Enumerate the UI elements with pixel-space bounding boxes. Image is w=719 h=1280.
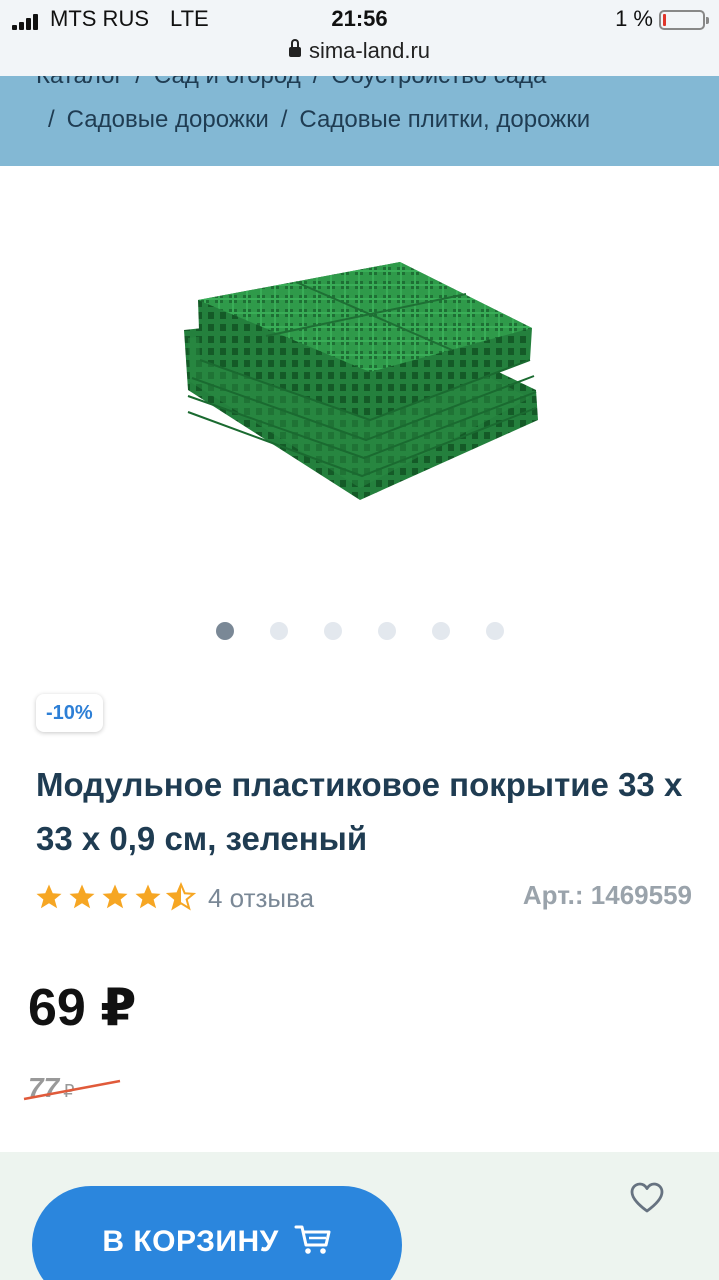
article-number: Арт.: 1469559 (522, 880, 692, 910)
breadcrumb-line-2: / Садовые дорожки / Садовые плитки, дорожки (48, 106, 590, 134)
battery-level (663, 14, 666, 26)
browser-status-bar: MTS RUS LTE 21:56 1 % sima-land.ru (0, 0, 719, 76)
tile-stack (184, 262, 538, 500)
star-icon (36, 884, 62, 909)
breadcrumb-catalog[interactable]: Каталог (36, 76, 123, 89)
gallery-dot[interactable] (216, 622, 234, 640)
star-icon (69, 884, 95, 909)
gallery-dot[interactable] (378, 622, 396, 640)
clock: 21:56 (331, 6, 388, 31)
add-to-cart-button[interactable]: В КОРЗИНУ (32, 1186, 402, 1280)
reviews-link[interactable]: 4 отзыва (208, 883, 314, 914)
gallery-dot[interactable] (324, 622, 342, 640)
gallery-dot[interactable] (486, 622, 504, 640)
add-to-cart-label: В КОРЗИНУ (102, 1225, 279, 1258)
status-row: MTS RUS LTE 21:56 1 % (0, 6, 719, 34)
gallery-pagination (0, 622, 719, 642)
add-to-cart-content: В КОРЗИНУ (32, 1224, 402, 1259)
breadcrumb: Каталог / Сад и огород / Обустройство сада /… (0, 76, 719, 166)
product-image[interactable] (170, 250, 550, 520)
breadcrumb-garden-setup[interactable]: Обустройство сада (331, 76, 546, 89)
product-title: Модульное пластиковое покрытие 33 х 33 х… (36, 766, 683, 857)
heart-icon[interactable] (630, 1182, 664, 1214)
breadcrumb-separator: / (48, 106, 55, 133)
gallery-dot[interactable] (432, 622, 450, 640)
breadcrumb-line-1: Каталог / Сад и огород / Обустройство сада (36, 76, 546, 90)
lock-icon (288, 39, 301, 59)
star-icon (102, 884, 128, 909)
gallery-dot[interactable] (270, 622, 288, 640)
discount-badge: -10% (36, 694, 103, 732)
battery-icon (659, 10, 709, 30)
breadcrumb-separator: / (135, 76, 142, 89)
current-price: 69 ₽ (28, 979, 137, 1037)
breadcrumb-garden-paths[interactable]: Садовые дорожки (67, 106, 269, 133)
breadcrumb-separator: / (280, 106, 288, 133)
old-price: 77₽ (23, 1072, 121, 1106)
strikethrough-line (23, 1079, 121, 1101)
url-text: sima-land.ru (308, 38, 431, 63)
cart-icon (294, 1225, 331, 1254)
star-icon (135, 884, 161, 909)
breadcrumb-separator: / (313, 76, 320, 89)
breadcrumb-garden[interactable]: Сад и огород (154, 76, 301, 89)
half-star-icon (166, 882, 196, 911)
breadcrumb-garden-tiles[interactable]: Садовые плитки, дорожки (299, 106, 590, 133)
battery-percent: 1 % (615, 6, 653, 31)
address-bar[interactable]: sima-land.ru (0, 38, 719, 64)
